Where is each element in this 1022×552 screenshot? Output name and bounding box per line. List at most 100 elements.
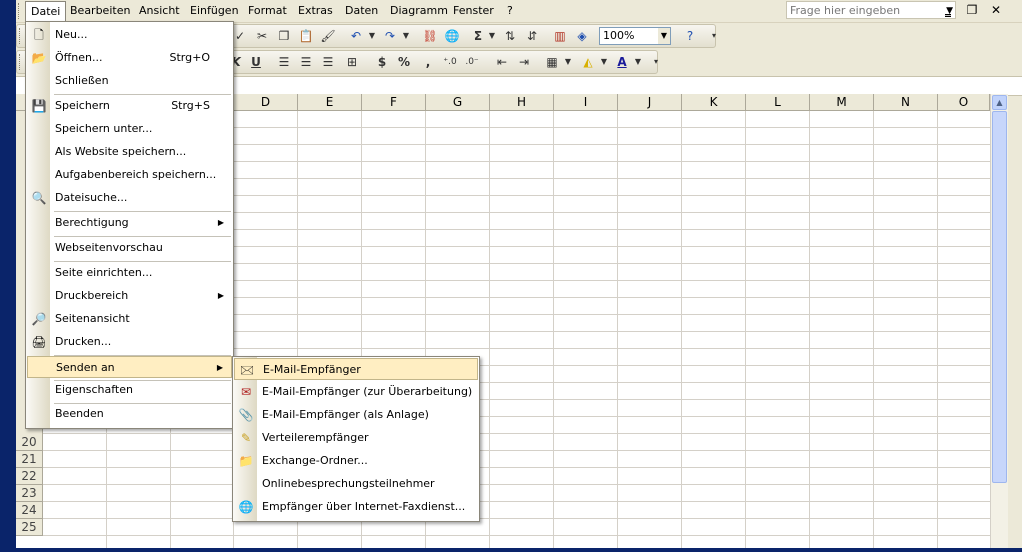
vertical-scrollbar[interactable]: ▲ <box>990 94 1008 548</box>
menu-item-new[interactable]: 🗋 Neu... <box>27 24 232 46</box>
increase-decimal-icon[interactable]: ⁺.0 <box>441 54 459 70</box>
column-header-j[interactable]: J <box>618 94 682 111</box>
drawing-icon[interactable]: ◈ <box>573 28 591 44</box>
menu-item-open[interactable]: 📂 Öffnen... Strg+O <box>27 47 232 69</box>
row-header-23[interactable]: 23 <box>16 485 43 502</box>
menu-daten[interactable]: Daten <box>340 2 383 20</box>
autosum-dropdown-icon[interactable]: ▼ <box>483 28 501 44</box>
increase-indent-icon[interactable]: ⇥ <box>515 54 533 70</box>
currency-button[interactable]: $ <box>373 54 391 70</box>
undo-dropdown-icon[interactable]: ▼ <box>363 28 381 44</box>
percent-button[interactable]: % <box>395 54 413 70</box>
scroll-thumb[interactable] <box>992 111 1007 483</box>
row-header-25[interactable]: 25 <box>16 519 43 536</box>
formatting-options-icon[interactable]: ▾ <box>647 54 665 70</box>
menu-bearbeiten[interactable]: Bearbeiten <box>65 2 135 20</box>
chart-wizard-icon[interactable]: ▥ <box>551 28 569 44</box>
column-header-h[interactable]: H <box>490 94 554 111</box>
format-painter-icon[interactable]: 🖌 <box>319 28 337 44</box>
submenu-item-mail-recipient[interactable]: 🖂 E-Mail-Empfänger <box>234 358 478 380</box>
menu-item-page-setup[interactable]: Seite einrichten... <box>27 262 232 284</box>
column-header-m[interactable]: M <box>810 94 874 111</box>
menu-item-save-workspace[interactable]: Aufgabenbereich speichern... <box>27 164 232 186</box>
sort-ascending-icon[interactable]: ⇅ <box>501 28 519 44</box>
decrease-decimal-icon[interactable]: .0⁻ <box>463 54 481 70</box>
font-color-dropdown-icon[interactable]: ▼ <box>629 54 647 70</box>
menu-extras[interactable]: Extras <box>293 2 338 20</box>
grid-line <box>43 467 990 468</box>
cut-icon[interactable]: ✂ <box>253 28 271 44</box>
submenu-item-online-meeting[interactable]: Onlinebesprechungsteilnehmer <box>234 473 478 495</box>
menu-item-file-search[interactable]: 🔍 Dateisuche... <box>27 187 232 209</box>
insert-hyperlink-icon[interactable]: ⛓ <box>421 28 439 44</box>
formatting-grip[interactable] <box>19 54 23 70</box>
menu-item-print-area[interactable]: Druckbereich ▶ <box>27 285 232 307</box>
redo-dropdown-icon[interactable]: ▼ <box>397 28 415 44</box>
column-header-e[interactable]: E <box>298 94 362 111</box>
row-header-21[interactable]: 21 <box>16 451 43 468</box>
menu-item-permission[interactable]: Berechtigung ▶ <box>27 212 232 234</box>
merge-center-icon[interactable]: ⊞ <box>343 54 361 70</box>
minimize-icon[interactable]: ‗ <box>940 2 956 18</box>
menu-datei[interactable]: Datei <box>25 1 67 22</box>
menu-fenster[interactable]: Fenster <box>448 2 499 20</box>
menu-item-save-as[interactable]: Speichern unter... <box>27 118 232 140</box>
row-header-22[interactable]: 22 <box>16 468 43 485</box>
restore-icon[interactable]: ❐ <box>964 2 980 18</box>
scroll-up-icon[interactable]: ▲ <box>992 95 1007 110</box>
mail-recipient-icon: 🖂 <box>239 363 255 377</box>
align-left-icon[interactable]: ☰ <box>275 54 293 70</box>
menu-item-print-preview[interactable]: 🔎 Seitenansicht <box>27 308 232 330</box>
row-header-20[interactable]: 20 <box>16 434 43 451</box>
menu-item-close[interactable]: Schließen <box>27 70 232 92</box>
column-header-i[interactable]: I <box>554 94 618 111</box>
align-right-icon[interactable]: ☰ <box>319 54 337 70</box>
help-icon[interactable]: ? <box>681 28 699 44</box>
toolbar-options-icon[interactable]: ▾ <box>705 28 723 44</box>
menu-diagramm[interactable]: Diagramm <box>385 2 453 20</box>
copy-icon[interactable]: ❐ <box>275 28 293 44</box>
column-header-f[interactable]: F <box>362 94 426 111</box>
underline-icon[interactable]: U <box>247 54 265 70</box>
close-icon[interactable]: ✕ <box>988 2 1004 18</box>
column-header-d[interactable]: D <box>234 94 298 111</box>
new-document-icon: 🗋 <box>34 28 44 42</box>
menu-einfuegen[interactable]: Einfügen <box>185 2 244 20</box>
menu-item-properties[interactable]: Eigenschaften <box>27 379 232 401</box>
fill-color-dropdown-icon[interactable]: ▼ <box>595 54 613 70</box>
decrease-indent-icon[interactable]: ⇤ <box>493 54 511 70</box>
menu-item-exit[interactable]: Beenden <box>27 403 232 425</box>
submenu-item-mail-attachment[interactable]: 📎 E-Mail-Empfänger (als Anlage) <box>234 404 478 426</box>
submenu-item-internet-fax[interactable]: 🌐 Empfänger über Internet-Faxdienst... <box>234 496 478 518</box>
column-header-n[interactable]: N <box>874 94 938 111</box>
thousands-separator-icon[interactable]: , <box>419 54 437 70</box>
column-header-o[interactable]: O <box>938 94 990 111</box>
submenu-item-routing-recipient[interactable]: ✎ Verteilerempfänger <box>234 427 478 449</box>
toolbar-grip[interactable] <box>19 28 23 44</box>
menu-item-label: Onlinebesprechungsteilnehmer <box>262 477 435 490</box>
zoom-dropdown-icon[interactable]: ▼ <box>658 28 670 44</box>
research-icon[interactable]: 🌐 <box>443 28 461 44</box>
submenu-item-exchange-folder[interactable]: 📁 Exchange-Ordner... <box>234 450 478 472</box>
borders-dropdown-icon[interactable]: ▼ <box>559 54 577 70</box>
row-header-24[interactable]: 24 <box>16 502 43 519</box>
column-header-k[interactable]: K <box>682 94 746 111</box>
column-header-l[interactable]: L <box>746 94 810 111</box>
submenu-item-mail-review[interactable]: ✉ E-Mail-Empfänger (zur Überarbeitung) <box>234 381 478 403</box>
help-search-input[interactable]: Frage hier eingeben ▼ <box>786 1 956 19</box>
save-disk-icon: 💾 <box>31 99 47 113</box>
menu-item-send-to[interactable]: Senden an ▶ <box>27 356 232 378</box>
zoom-select[interactable]: 100% ▼ <box>599 27 671 45</box>
column-header-g[interactable]: G <box>426 94 490 111</box>
menubar-grip[interactable] <box>18 3 22 19</box>
menu-ansicht[interactable]: Ansicht <box>134 2 185 20</box>
align-center-icon[interactable]: ☰ <box>297 54 315 70</box>
menu-help[interactable]: ? <box>502 2 518 20</box>
paste-icon[interactable]: 📋 <box>297 28 315 44</box>
sort-descending-icon[interactable]: ⇵ <box>523 28 541 44</box>
menu-format[interactable]: Format <box>243 2 292 20</box>
menu-item-save-as-website[interactable]: Als Website speichern... <box>27 141 232 163</box>
menu-item-save[interactable]: 💾 Speichern Strg+S <box>27 95 232 117</box>
menu-item-web-preview[interactable]: Webseitenvorschau <box>27 237 232 259</box>
menu-item-print[interactable]: 🖨 Drucken... <box>27 331 232 353</box>
